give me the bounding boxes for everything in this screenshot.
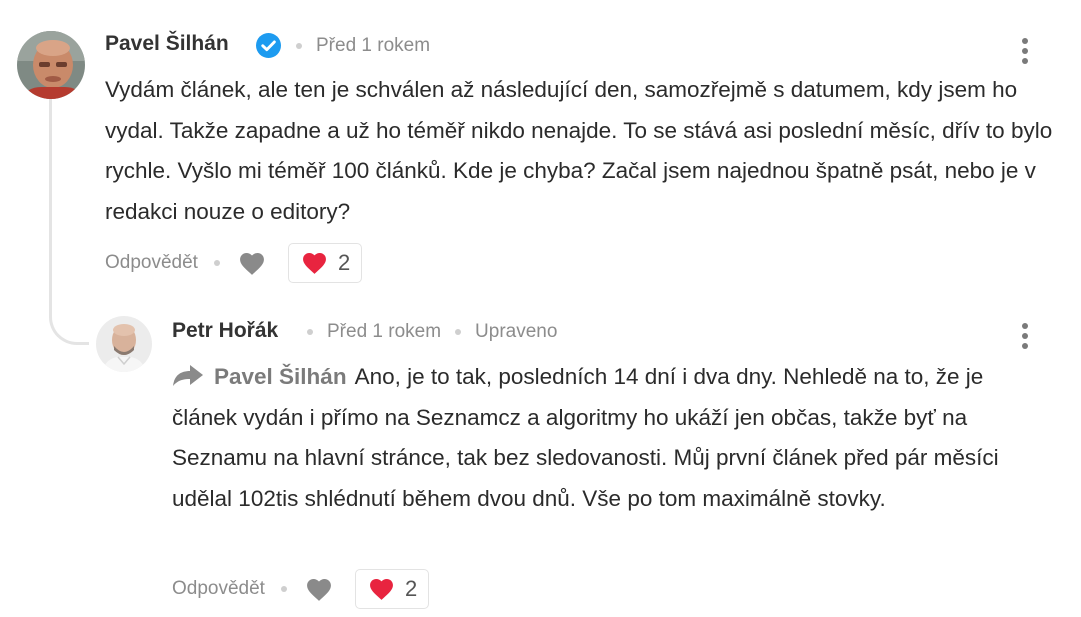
- kebab-menu-icon[interactable]: [1018, 36, 1032, 66]
- reply-arrow-icon: [173, 365, 203, 386]
- comment-timestamp: Před 1 rokem: [316, 35, 431, 56]
- comment-actions: Odpovědět 2: [105, 243, 363, 283]
- comment-meta: Před 1 rokem Upraveno: [293, 321, 557, 343]
- comment-actions: Odpovědět 2: [172, 569, 430, 609]
- edited-label: Upraveno: [475, 321, 558, 342]
- comment-text: Vydám článek, ale ten je schválen až nás…: [105, 77, 1053, 224]
- verified-check-icon: [256, 33, 281, 58]
- reaction-count-button[interactable]: 2: [287, 243, 363, 283]
- separator-dot: [455, 329, 462, 335]
- avatar[interactable]: [96, 316, 152, 372]
- heart-filled-icon: [370, 578, 393, 600]
- separator-dot: [213, 260, 220, 266]
- comment-text: Pavel Šilhán Ano, je to tak, posledních 1…: [172, 357, 1052, 519]
- heart-filled-icon: [303, 252, 326, 274]
- comment-author[interactable]: Pavel Šilhán: [105, 32, 229, 56]
- reaction-count-button[interactable]: 2: [354, 569, 430, 609]
- comment-timestamp: Před 1 rokem: [327, 321, 442, 342]
- kebab-menu-icon[interactable]: [1018, 321, 1032, 351]
- reply-mention[interactable]: Pavel Šilhán: [214, 364, 347, 389]
- thread-connector-line: [49, 98, 89, 345]
- separator-dot: [280, 586, 287, 592]
- reply-button[interactable]: Odpovědět: [172, 578, 265, 600]
- heart-outline-icon: [240, 252, 264, 275]
- like-button[interactable]: [305, 577, 333, 602]
- separator-dot: [296, 43, 302, 49]
- avatar[interactable]: [17, 31, 85, 99]
- comment-meta: Před 1 rokem: [284, 35, 430, 57]
- reaction-count: 2: [404, 576, 418, 601]
- heart-outline-icon: [307, 578, 331, 601]
- comment-author[interactable]: Petr Hořák: [172, 319, 278, 343]
- separator-dot: [307, 329, 313, 335]
- reaction-count: 2: [337, 250, 351, 275]
- reply-button[interactable]: Odpovědět: [105, 252, 198, 274]
- like-button[interactable]: [238, 251, 266, 276]
